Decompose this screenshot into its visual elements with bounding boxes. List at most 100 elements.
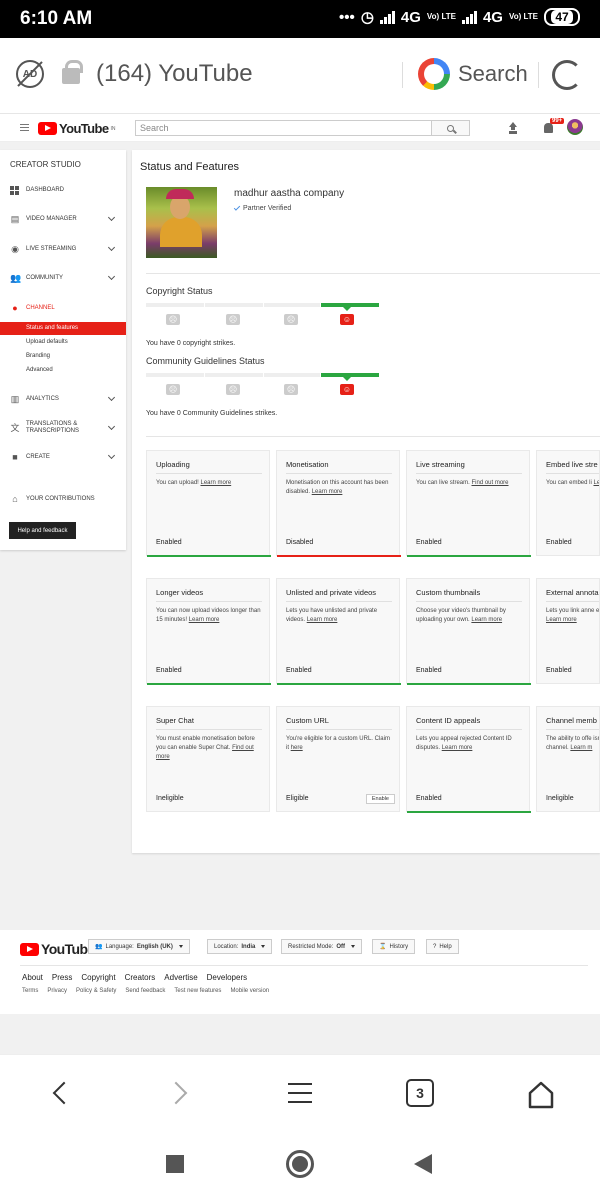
footer-link-mobile-version[interactable]: Mobile version: [230, 988, 269, 994]
youtube-play-icon: [20, 942, 39, 956]
learn-more-link[interactable]: Find out more: [471, 480, 508, 486]
android-nav-bar: [0, 1128, 600, 1200]
sidebar-subitem-upload-defaults[interactable]: Upload defaults: [0, 336, 126, 349]
card-status: Enabled: [286, 667, 312, 674]
home-circle-icon[interactable]: [286, 1150, 314, 1178]
search-label: Search: [458, 61, 528, 86]
learn-more-link[interactable]: Learn more: [593, 480, 599, 486]
channel-thumbnail[interactable]: [146, 187, 217, 258]
card-description: You're eligible for a custom URL. Claim …: [286, 736, 390, 751]
sidebar-item-label: COMMUNITY: [26, 274, 63, 281]
learn-more-link[interactable]: Learn more: [471, 617, 502, 623]
adblock-icon[interactable]: AD: [16, 60, 44, 88]
help-button[interactable]: ? Help: [426, 939, 459, 954]
volte-indicator-2: Vo) LTE: [508, 12, 538, 21]
recent-apps-icon[interactable]: [166, 1155, 184, 1173]
youtube-logo[interactable]: YouTube IN: [38, 121, 115, 136]
sidebar-item-community[interactable]: 👥 COMMUNITY: [0, 271, 126, 285]
footer-link-test-features[interactable]: Test new features: [174, 988, 221, 994]
more-dots-icon: •••: [339, 8, 355, 26]
card-status: Eligible: [286, 795, 309, 802]
sidebar-item-video-manager[interactable]: ▤ VIDEO MANAGER: [0, 212, 126, 226]
learn-more-link[interactable]: Learn more: [442, 745, 473, 751]
learn-more-link[interactable]: Learn more: [546, 617, 577, 623]
help-and-feedback-button[interactable]: Help and feedback: [9, 522, 76, 539]
signal-icon-2: [461, 10, 477, 24]
neutral-face-icon: ☹: [284, 384, 298, 395]
sidebar-item-label: LIVE STREAMING: [26, 245, 77, 252]
create-camera-icon: ■: [12, 451, 18, 462]
sidebar-subitem-branding[interactable]: Branding: [0, 350, 126, 363]
lock-icon[interactable]: [62, 60, 83, 84]
learn-more-link[interactable]: Learn more: [189, 617, 220, 623]
footer-link-policy-safety[interactable]: Policy & Safety: [76, 988, 116, 994]
language-button[interactable]: 👥 Language: English (UK): [88, 939, 190, 954]
sidebar-subitem-advanced[interactable]: Advanced: [0, 364, 126, 377]
sidebar-item-channel[interactable]: ● CHANNEL: [0, 301, 126, 315]
sidebar-item-your-contributions[interactable]: ⌂ YOUR CONTRIBUTIONS: [0, 492, 126, 506]
notifications-bell-icon[interactable]: [544, 123, 553, 133]
sidebar-item-label: ANALYTICS: [26, 395, 59, 402]
footer-link-privacy[interactable]: Privacy: [47, 988, 67, 994]
menu-button[interactable]: [282, 1075, 318, 1111]
back-triangle-icon[interactable]: [414, 1154, 432, 1174]
reload-icon[interactable]: [552, 60, 582, 90]
live-streaming-icon: ◉: [11, 243, 19, 254]
sidebar-item-create[interactable]: ■ CREATE: [0, 450, 126, 464]
footer-link-about[interactable]: About: [22, 973, 43, 982]
learn-more-link[interactable]: here: [291, 745, 303, 751]
card-title: External annota: [546, 588, 599, 597]
upload-icon[interactable]: [508, 122, 518, 133]
footer-link-developers[interactable]: Developers: [207, 973, 247, 982]
card-description: Monetisation on this account has been di…: [286, 480, 389, 495]
back-button[interactable]: [42, 1075, 78, 1111]
card-description: You can upload! Learn more: [156, 480, 232, 486]
card-title: Unlisted and private videos: [286, 588, 377, 597]
google-search-button[interactable]: Search: [418, 58, 528, 90]
hamburger-menu-icon[interactable]: [20, 124, 29, 131]
footer-link-copyright[interactable]: Copyright: [81, 973, 115, 982]
sidebar-subitem-status-and-features[interactable]: Status and features: [0, 322, 126, 335]
search-button[interactable]: [432, 120, 470, 136]
feature-card: Live streaming You can live stream. Find …: [406, 450, 531, 557]
neutral-face-icon: ☹: [284, 314, 298, 325]
search-input[interactable]: Search: [135, 120, 432, 136]
sidebar-item-analytics[interactable]: ▥ ANALYTICS: [0, 392, 126, 406]
footer-youtube-logo[interactable]: YouTube: [20, 941, 95, 957]
chevron-down-icon: [107, 243, 116, 252]
divider: [538, 62, 539, 88]
menu-icon: [288, 1083, 312, 1103]
footer-link-terms[interactable]: Terms: [22, 988, 38, 994]
sidebar-item-label: VIDEO MANAGER: [26, 215, 77, 222]
chevron-down-icon: [107, 422, 116, 431]
home-icon: [526, 1080, 554, 1109]
history-button[interactable]: ⌛ History: [372, 939, 416, 954]
learn-more-link[interactable]: Learn more: [307, 617, 338, 623]
footer-link-creators[interactable]: Creators: [125, 973, 156, 982]
page-title-url[interactable]: (164) YouTube: [96, 60, 253, 88]
sidebar-item-translations[interactable]: 文 TRANSLATIONS & TRANSCRIPTIONS: [0, 421, 126, 435]
signal-icon: [379, 10, 395, 24]
footer-link-send-feedback[interactable]: Send feedback: [125, 988, 165, 994]
location-button[interactable]: Location: India: [207, 939, 273, 954]
footer-link-press[interactable]: Press: [52, 973, 72, 982]
sidebar-item-label: YOUR CONTRIBUTIONS: [26, 495, 95, 502]
partner-status: Partner Verified: [233, 204, 291, 212]
forward-button[interactable]: [162, 1075, 198, 1111]
learn-more-link[interactable]: Learn more: [312, 489, 343, 495]
learn-more-link[interactable]: Learn more: [200, 480, 231, 486]
card-title: Uploading: [156, 460, 190, 469]
enable-button[interactable]: Enable: [365, 794, 395, 804]
contributions-icon: ⌂: [12, 493, 18, 504]
learn-more-link[interactable]: Learn m: [570, 745, 592, 751]
account-avatar[interactable]: [567, 119, 583, 135]
tabs-button[interactable]: 3: [402, 1075, 438, 1111]
channel-name[interactable]: madhur aastha company: [234, 188, 344, 199]
card-title: Super Chat: [156, 716, 194, 725]
divider: [146, 273, 600, 274]
sidebar-item-dashboard[interactable]: DASHBOARD: [0, 183, 126, 197]
home-button[interactable]: [521, 1075, 557, 1111]
restricted-mode-button[interactable]: Restricted Mode: Off: [281, 939, 363, 954]
footer-link-advertise[interactable]: Advertise: [164, 973, 197, 982]
sidebar-item-live-streaming[interactable]: ◉ LIVE STREAMING: [0, 242, 126, 256]
